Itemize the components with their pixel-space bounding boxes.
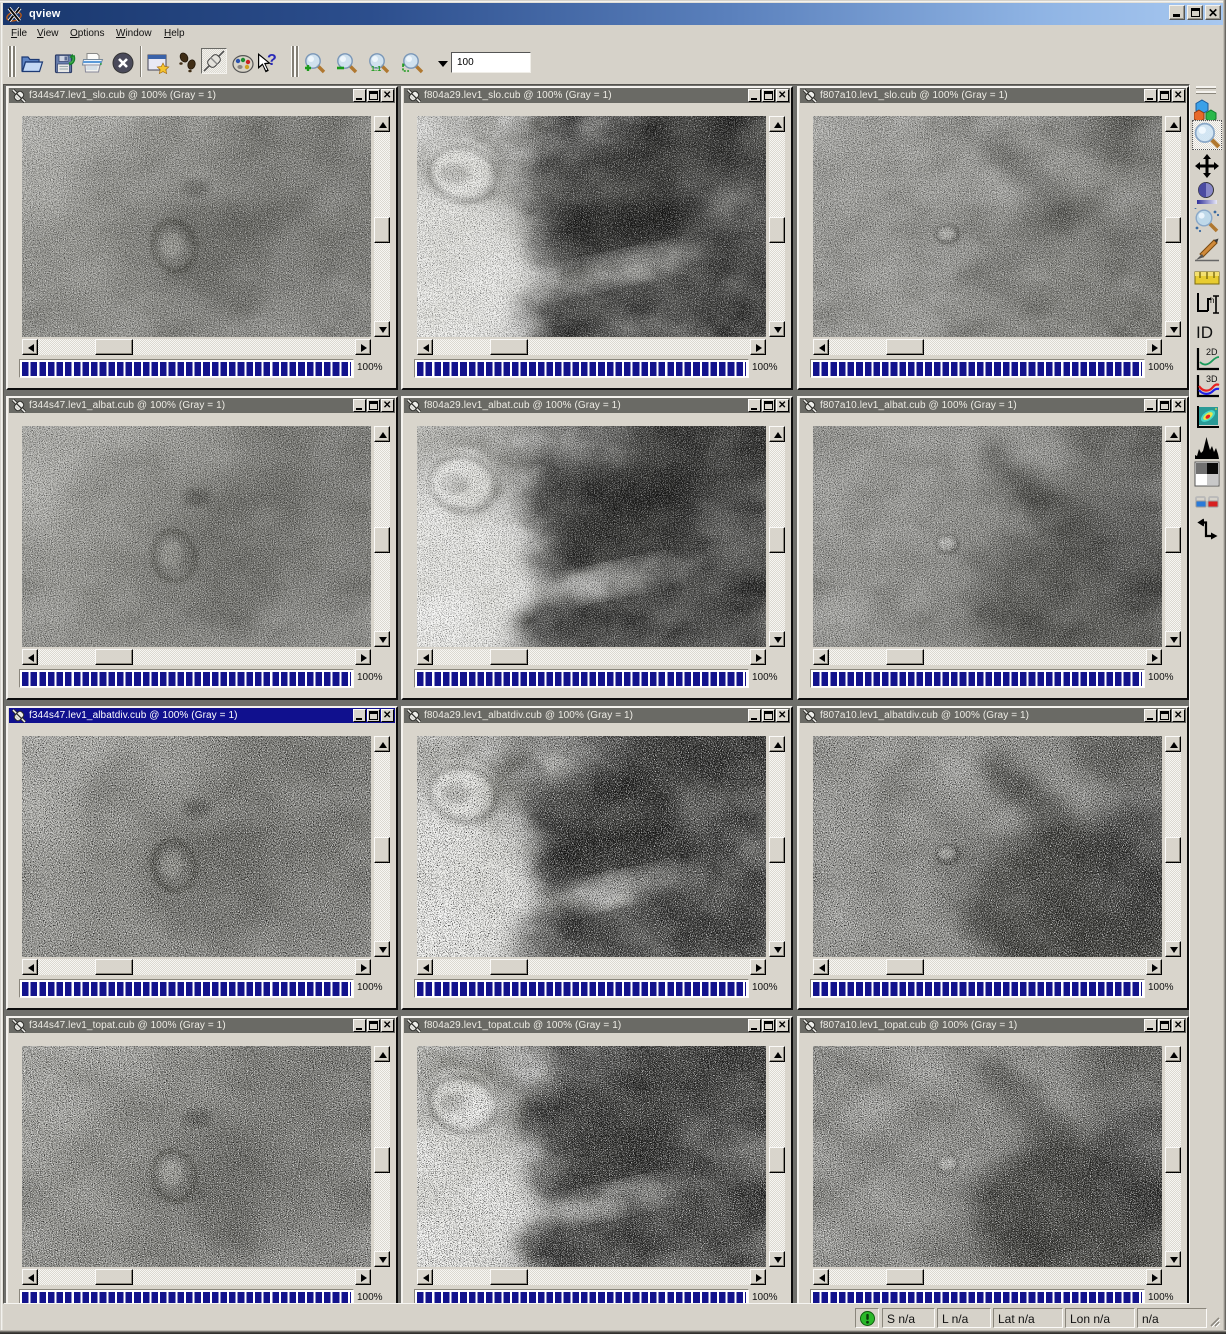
- svg-text:ID: ID: [1196, 323, 1213, 342]
- svg-text:3D: 3D: [1206, 374, 1218, 384]
- svg-text:?: ?: [267, 52, 277, 69]
- svg-text:2D: 2D: [1206, 347, 1218, 357]
- svg-text:h: h: [1210, 296, 1214, 305]
- svg-text:1:1: 1:1: [371, 66, 381, 73]
